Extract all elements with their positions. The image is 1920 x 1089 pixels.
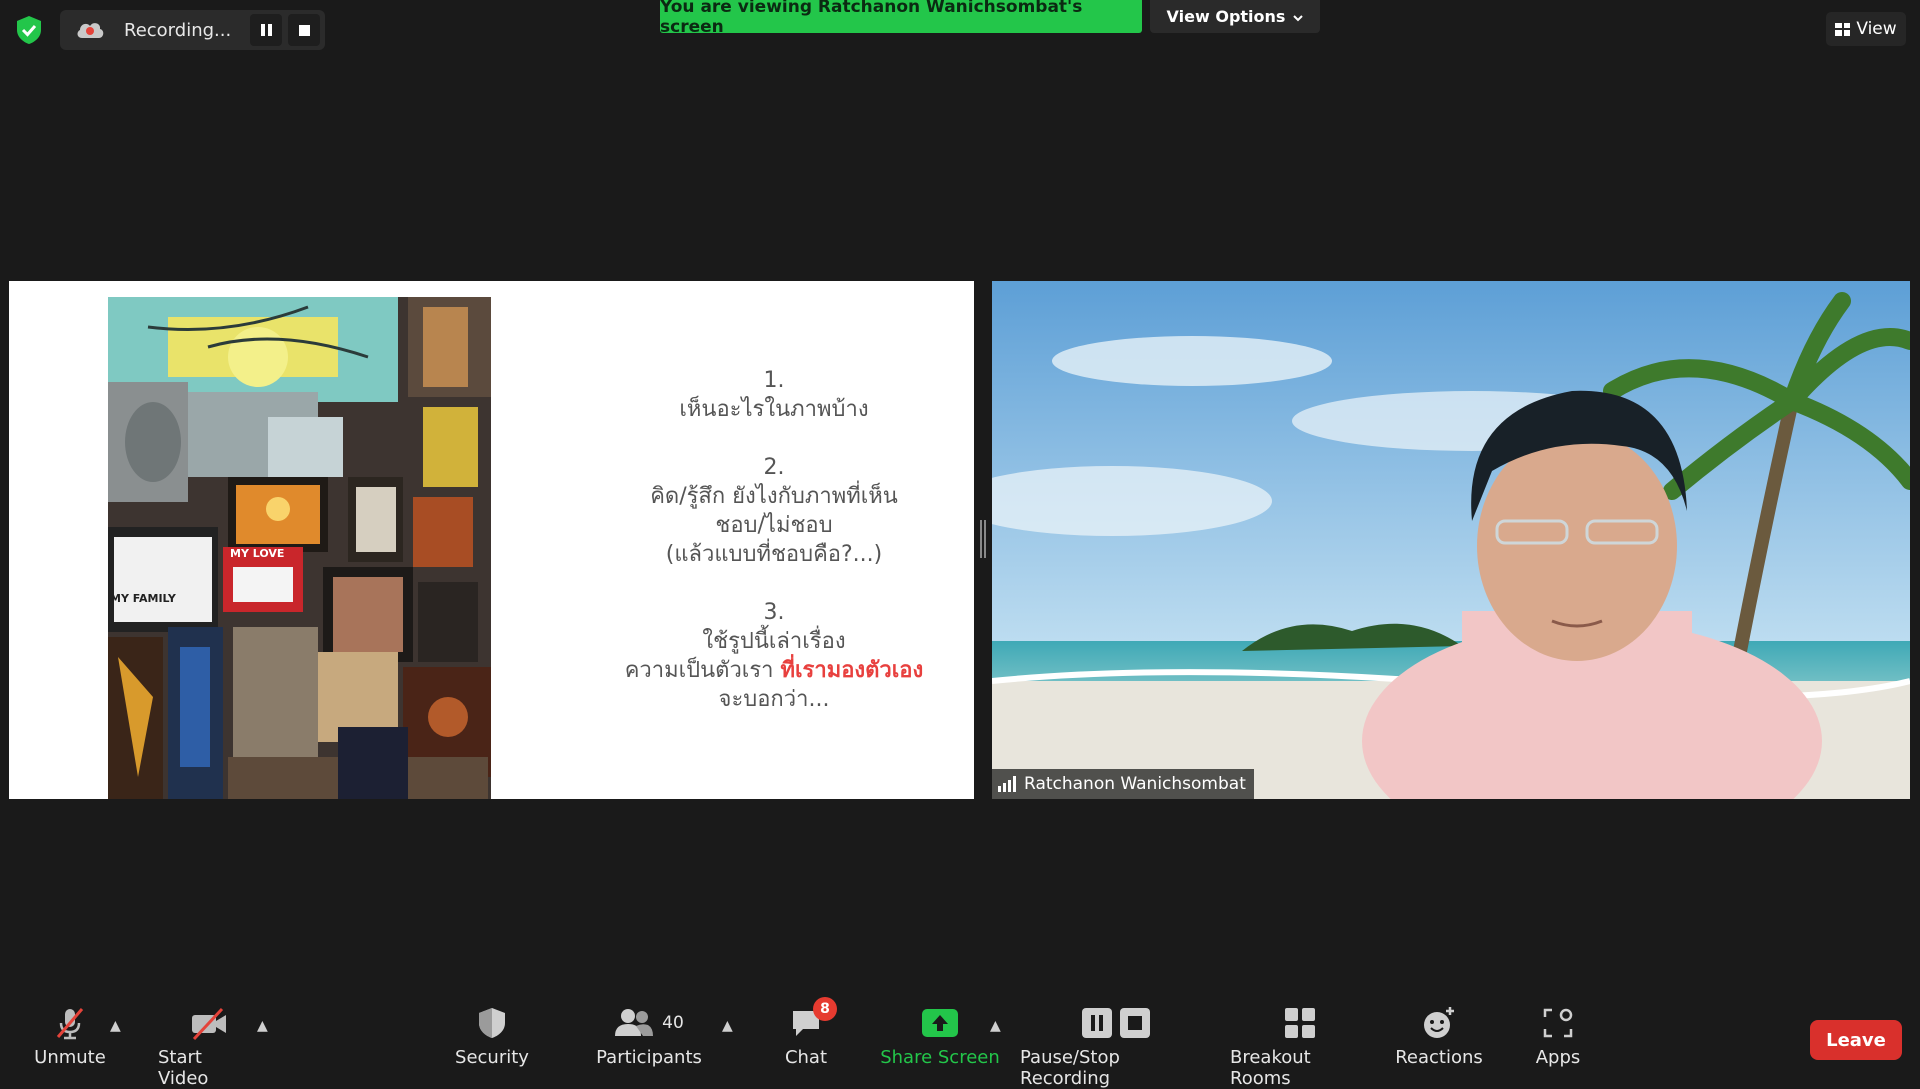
- pause-stop-recording-button[interactable]: Pause/Stop Recording: [1020, 1003, 1212, 1089]
- stop-icon: [298, 24, 310, 36]
- screen-share-banner: You are viewing Ratchanon Wanichsombat's…: [660, 0, 1142, 37]
- item2-text-1: คิด/รู้สึก ยังไงกับภาพที่เห็น: [650, 484, 898, 509]
- leave-button[interactable]: Leave: [1810, 1020, 1902, 1060]
- breakout-rooms-button[interactable]: Breakout Rooms: [1230, 1003, 1370, 1089]
- view-label: View: [1856, 19, 1897, 39]
- split-resize-handle[interactable]: [980, 520, 986, 558]
- breakout-rooms-label: Breakout Rooms: [1230, 1047, 1311, 1089]
- item3-number: 3.: [763, 600, 785, 625]
- pause-recording-button[interactable]: [250, 14, 282, 46]
- recording-indicator: Recording...: [60, 10, 325, 50]
- item3-text-1: ใช้รูปนี้เล่าเรื่อง: [702, 629, 846, 654]
- muted-microphone-icon: [50, 1003, 90, 1043]
- security-shield-icon: [475, 1003, 509, 1043]
- video-options-chevron-icon[interactable]: ▲: [257, 1018, 268, 1034]
- apps-label: Apps: [1535, 1047, 1581, 1068]
- grid-view-icon: [1835, 22, 1851, 36]
- view-options-label: View Options: [1166, 7, 1286, 26]
- apps-button[interactable]: Apps: [1528, 1003, 1588, 1068]
- art-label-my-family: MY FAMILY: [110, 592, 177, 605]
- chat-button[interactable]: 8 Chat: [776, 997, 837, 1068]
- participants-label: Participants: [596, 1047, 702, 1068]
- unmute-label: Unmute: [34, 1047, 106, 1068]
- security-label: Security: [455, 1047, 529, 1068]
- item3-text-3: จะบอกว่า...: [718, 687, 830, 712]
- stop-icon: [1120, 1008, 1150, 1038]
- video-off-icon: [186, 1003, 230, 1043]
- cloud-recording-icon: [74, 18, 106, 42]
- item2-text-2: ชอบ/ไม่ชอบ: [715, 513, 833, 538]
- item1-text: เห็นอะไรในภาพบ้าง: [679, 397, 869, 422]
- reactions-smiley-icon: [1421, 1003, 1457, 1043]
- slide-questions: 1. เห็นอะไรในภาพบ้าง 2. คิด/รู้สึก ยังไง…: [509, 366, 1039, 714]
- pause-icon: [260, 24, 272, 36]
- apps-icon: [1542, 1003, 1574, 1043]
- participant-video-tile[interactable]: Ratchanon Wanichsombat: [992, 281, 1910, 799]
- chat-bubble-icon: 8: [789, 997, 837, 1043]
- start-video-label: Start Video: [158, 1047, 209, 1089]
- share-screen-button[interactable]: Share Screen: [880, 1003, 1000, 1068]
- participant-name: Ratchanon Wanichsombat: [1024, 774, 1246, 794]
- share-screen-arrow-icon: [921, 1003, 959, 1043]
- chat-label: Chat: [784, 1047, 828, 1068]
- chat-unread-badge: 8: [813, 997, 837, 1021]
- item3-highlight: ที่เรามองตัวเอง: [780, 658, 924, 683]
- security-button[interactable]: Security: [452, 1003, 532, 1068]
- audio-options-chevron-icon[interactable]: ▲: [110, 1018, 121, 1034]
- item3-text-2: ความเป็นตัวเรา ที่เรามองตัวเอง: [509, 656, 1039, 685]
- beach-virtual-background: [992, 281, 1910, 799]
- encryption-shield-icon[interactable]: [14, 14, 44, 46]
- participants-button[interactable]: 40 Participants: [596, 1003, 702, 1068]
- breakout-rooms-icon: [1283, 1003, 1317, 1043]
- item1-number: 1.: [763, 368, 785, 393]
- participant-name-tag: Ratchanon Wanichsombat: [992, 769, 1254, 799]
- view-button[interactable]: View: [1826, 12, 1906, 46]
- participants-count: 40: [662, 1013, 684, 1033]
- reactions-button[interactable]: Reactions: [1393, 1003, 1485, 1068]
- signal-strength-icon: [998, 776, 1016, 792]
- art-gallery-photo: MY LOVE MY FAMILY: [108, 297, 491, 799]
- share-screen-label: Share Screen: [880, 1047, 1000, 1068]
- item2-text-3: (แล้วแบบที่ชอบคือ?...): [665, 542, 883, 567]
- reactions-label: Reactions: [1395, 1047, 1483, 1068]
- art-label-my-love: MY LOVE: [230, 547, 284, 560]
- participants-icon: [615, 1009, 654, 1036]
- start-video-button[interactable]: Start Video: [158, 1003, 258, 1089]
- participants-options-chevron-icon[interactable]: ▲: [722, 1018, 733, 1034]
- unmute-button[interactable]: Unmute: [30, 1003, 110, 1068]
- view-options-button[interactable]: View Options: [1150, 0, 1320, 33]
- stop-recording-button[interactable]: [288, 14, 320, 46]
- shared-screen: MY LOVE MY FAMILY 1. เห็นอะไรในภาพบ้าง 2…: [9, 281, 974, 799]
- pause-icon: [1082, 1008, 1112, 1038]
- item3-text-prefix: ความเป็นตัวเรา: [624, 658, 781, 683]
- pause-stop-label: Pause/Stop Recording: [1020, 1047, 1120, 1089]
- recording-label: Recording...: [124, 19, 232, 41]
- share-options-chevron-icon[interactable]: ▲: [990, 1018, 1001, 1034]
- item2-number: 2.: [763, 455, 785, 480]
- chevron-down-icon: [1293, 7, 1304, 26]
